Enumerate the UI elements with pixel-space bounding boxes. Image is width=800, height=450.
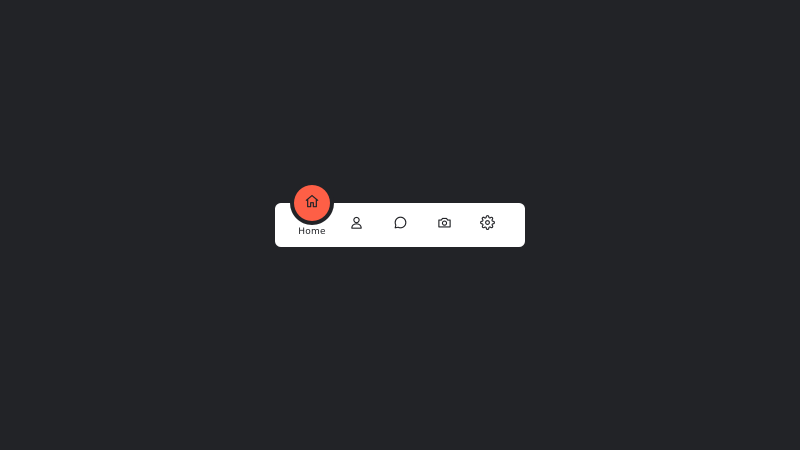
- camera-icon: [437, 215, 452, 235]
- page: Home: [0, 0, 800, 450]
- nav-item-messages[interactable]: [378, 203, 422, 247]
- nav-item-home[interactable]: [294, 185, 330, 221]
- home-icon: [304, 193, 320, 214]
- user-icon: [349, 215, 364, 235]
- message-icon: [393, 215, 408, 235]
- nav-item-camera[interactable]: [422, 203, 466, 247]
- nav-item-settings[interactable]: [465, 203, 509, 247]
- nav-item-home-label: Home: [298, 227, 326, 237]
- nav-item-profile[interactable]: [334, 203, 378, 247]
- settings-icon: [479, 215, 495, 235]
